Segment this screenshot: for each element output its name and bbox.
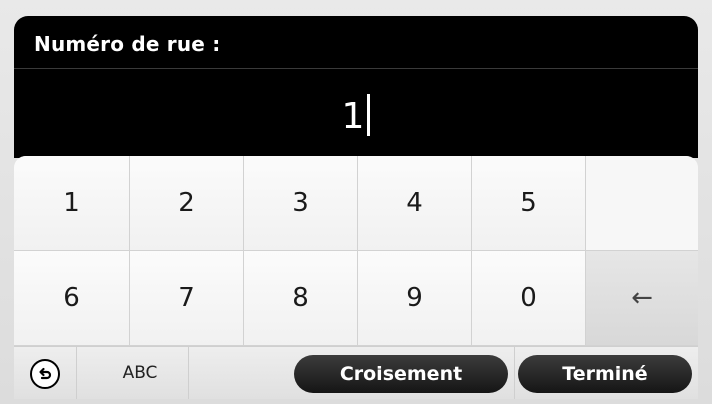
bottom-toolbar: ABC Croisement Terminé — [14, 346, 698, 399]
done-button[interactable]: Terminé — [518, 355, 692, 393]
text-cursor — [367, 94, 371, 136]
key-7[interactable]: 7 — [130, 251, 244, 346]
key-2[interactable]: 2 — [130, 156, 244, 251]
key-4[interactable]: 4 — [358, 156, 472, 251]
key-9[interactable]: 9 — [358, 251, 472, 346]
key-0[interactable]: 0 — [472, 251, 586, 346]
crossing-button[interactable]: Croisement — [294, 355, 508, 393]
toolbar-divider — [514, 347, 515, 399]
toolbar-divider — [76, 347, 77, 399]
key-6[interactable]: 6 — [14, 251, 130, 346]
back-button[interactable] — [30, 359, 60, 389]
input-display: Numéro de rue : 1 — [14, 16, 698, 158]
screen: Numéro de rue : 1 1 2 3 4 5 6 7 8 9 0 ← … — [0, 0, 712, 404]
key-5[interactable]: 5 — [472, 156, 586, 251]
key-3[interactable]: 3 — [244, 156, 358, 251]
street-number-field[interactable]: 1 — [14, 94, 698, 139]
backspace-arrow-icon: ← — [631, 283, 653, 313]
abc-keyboard-button[interactable]: ABC — [92, 347, 188, 399]
entry-value: 1 — [341, 96, 365, 137]
backspace-key[interactable]: ← — [586, 251, 698, 346]
input-prompt: Numéro de rue : — [34, 32, 221, 56]
key-empty — [586, 156, 698, 251]
toolbar-divider — [188, 347, 189, 399]
numeric-keypad: 1 2 3 4 5 6 7 8 9 0 ← — [14, 156, 698, 346]
key-8[interactable]: 8 — [244, 251, 358, 346]
back-arrow-circle-icon — [39, 367, 52, 380]
header-divider — [14, 68, 698, 69]
key-1[interactable]: 1 — [14, 156, 130, 251]
